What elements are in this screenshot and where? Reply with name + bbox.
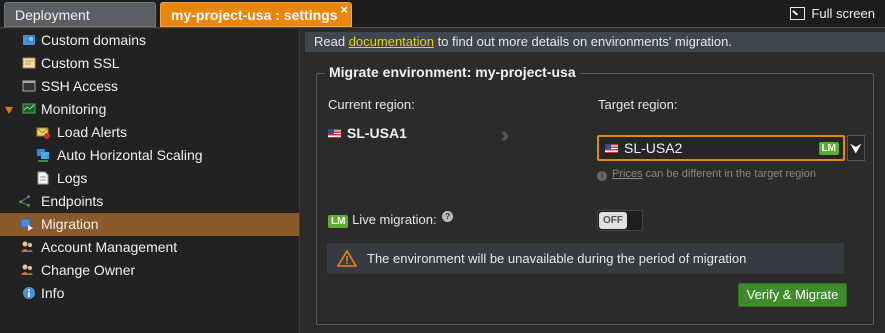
sidebar-item-label: Endpoints bbox=[41, 193, 104, 209]
live-migration-label: LM Live migration: ? bbox=[328, 211, 454, 228]
prices-hint-text: can be different in the target region bbox=[642, 168, 817, 180]
sidebar-item-endpoints[interactable]: Endpoints bbox=[0, 190, 299, 213]
info-bar-prefix: Read bbox=[314, 34, 349, 49]
sidebar-item-ssh-access[interactable]: SSH Access bbox=[0, 75, 299, 98]
prices-hint: i Prices can be different in the target r… bbox=[597, 168, 816, 181]
user-swap-icon bbox=[21, 264, 33, 275]
warning-icon bbox=[337, 250, 357, 267]
sidebar-item-monitoring[interactable]: Monitoring bbox=[0, 98, 299, 121]
current-region-label: Current region: bbox=[328, 97, 415, 112]
sidebar-item-label: Custom domains bbox=[41, 32, 147, 48]
fieldset-title: Migrate environment: my-project-usa bbox=[325, 64, 580, 80]
close-icon[interactable]: × bbox=[340, 0, 348, 22]
tab-deployment-manager[interactable]: Deployment manager bbox=[4, 2, 156, 47]
verify-migrate-button[interactable]: Verify & Migrate bbox=[738, 283, 847, 307]
fullscreen-button[interactable]: Full screen bbox=[790, 4, 875, 24]
globe-icon bbox=[23, 35, 35, 45]
sidebar-item-change-owner[interactable]: Change Owner bbox=[0, 259, 299, 282]
target-region-name: SL-USA2 bbox=[624, 140, 683, 156]
sidebar-item-label: Migration bbox=[41, 216, 99, 232]
settings-sidebar: Custom domains Custom SSL SSH Access Mon… bbox=[0, 29, 300, 333]
sidebar-item-label: Account Management bbox=[41, 239, 178, 255]
sidebar-item-label: Logs bbox=[57, 170, 88, 186]
scaling-icon bbox=[37, 149, 49, 162]
documentation-link[interactable]: documentation bbox=[349, 34, 434, 49]
lm-badge: LM bbox=[818, 142, 839, 155]
prices-link[interactable]: Prices bbox=[612, 168, 643, 180]
fullscreen-label: Full screen bbox=[811, 6, 875, 21]
current-region-value: SL-USA1 bbox=[328, 125, 407, 141]
sidebar-item-migration[interactable]: Migration bbox=[0, 213, 299, 236]
sidebar-item-label: Load Alerts bbox=[57, 124, 128, 140]
sidebar-item-info[interactable]: Info bbox=[0, 282, 299, 305]
toggle-state: OFF bbox=[599, 212, 627, 229]
sidebar-item-account-management[interactable]: Account Management bbox=[0, 236, 299, 259]
sidebar-item-load-alerts[interactable]: Load Alerts bbox=[0, 121, 299, 144]
chevron-down-icon: ⮟ bbox=[850, 140, 862, 156]
live-migration-toggle[interactable]: OFF bbox=[597, 210, 643, 231]
migrate-environment-fieldset: Migrate environment: my-project-usa Curr… bbox=[316, 64, 874, 325]
fullscreen-icon bbox=[790, 7, 806, 20]
info-icon bbox=[23, 287, 35, 299]
sidebar-item-custom-ssl[interactable]: Custom SSL bbox=[0, 52, 299, 75]
warning-text: The environment will be unavailable duri… bbox=[367, 251, 747, 266]
certificate-icon bbox=[22, 57, 36, 69]
sidebar-item-custom-domains[interactable]: Custom domains bbox=[0, 29, 299, 52]
sidebar-item-label: Custom SSL bbox=[41, 55, 120, 71]
target-region-dropdown-button[interactable]: ⮟ bbox=[847, 135, 865, 161]
monitor-icon bbox=[22, 103, 36, 114]
us-flag-icon bbox=[328, 129, 341, 138]
tab-settings-label: my-project-usa : settings bbox=[171, 7, 338, 23]
users-icon bbox=[21, 241, 33, 252]
target-region-value: SL-USA2 bbox=[605, 140, 682, 156]
sidebar-item-label: Info bbox=[41, 285, 65, 301]
us-flag-icon bbox=[605, 144, 618, 153]
info-bar: Read documentation to find out more deta… bbox=[305, 32, 885, 52]
lm-badge: LM bbox=[328, 215, 349, 228]
migration-icon bbox=[20, 218, 33, 231]
tab-bar: Deployment manager my-project-usa : sett… bbox=[0, 0, 885, 47]
target-region-label: Target region: bbox=[598, 97, 678, 112]
info-icon: i bbox=[597, 171, 607, 181]
migration-panel: Read documentation to find out more deta… bbox=[305, 29, 885, 333]
live-migration-text: Live migration: bbox=[352, 212, 437, 227]
sidebar-item-label: SSH Access bbox=[41, 78, 119, 94]
terminal-icon bbox=[22, 80, 36, 92]
info-bar-suffix: to find out more details on environments… bbox=[433, 34, 733, 49]
sidebar-item-label: Change Owner bbox=[41, 262, 136, 278]
tab-settings[interactable]: my-project-usa : settings × bbox=[160, 2, 352, 27]
warning-box: The environment will be unavailable duri… bbox=[327, 243, 844, 274]
target-region-select[interactable]: SL-USA2 LM bbox=[597, 135, 845, 161]
sidebar-item-label: Auto Horizontal Scaling bbox=[57, 147, 203, 163]
sidebar-item-label: Monitoring bbox=[41, 101, 107, 117]
endpoints-icon bbox=[19, 195, 30, 207]
sidebar-item-logs[interactable]: Logs bbox=[0, 167, 299, 190]
document-icon bbox=[37, 171, 49, 185]
sidebar-item-auto-horizontal-scaling[interactable]: Auto Horizontal Scaling bbox=[0, 144, 299, 167]
expand-arrow-icon[interactable] bbox=[5, 107, 13, 114]
mail-alert-icon bbox=[36, 127, 50, 139]
help-icon[interactable]: ? bbox=[442, 211, 454, 222]
current-region-name: SL-USA1 bbox=[347, 125, 407, 141]
